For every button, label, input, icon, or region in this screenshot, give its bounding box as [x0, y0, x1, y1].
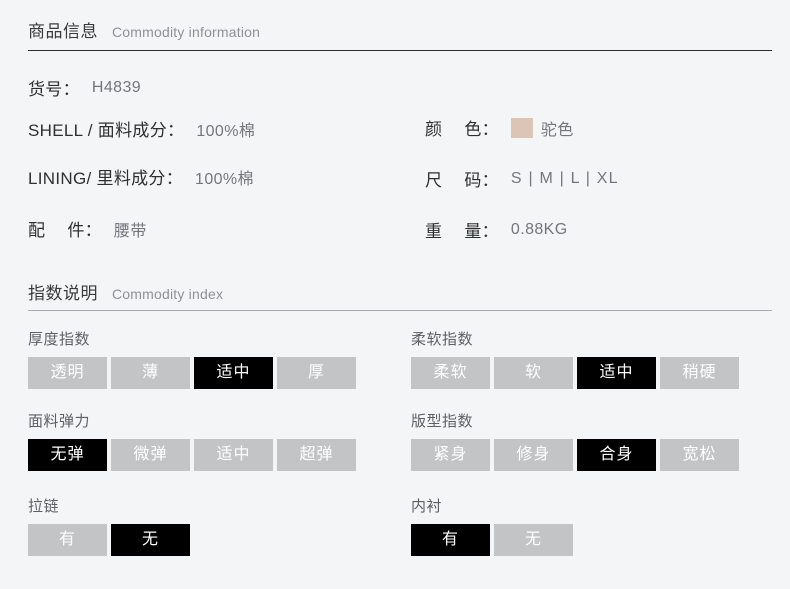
option-fit-修身[interactable]: 修身: [494, 439, 573, 471]
option-softness-稍硬[interactable]: 稍硬: [660, 357, 739, 389]
commodity-information-title-en: Commodity information: [112, 24, 261, 40]
option-fit-宽松[interactable]: 宽松: [660, 439, 739, 471]
size-row: 尺码： S | M | L | XL: [425, 166, 619, 191]
index-group-fit-options: 紧身 修身 合身 宽松: [411, 439, 739, 471]
option-thickness-透明[interactable]: 透明: [28, 357, 107, 389]
weight-value: 0.88KG: [510, 220, 568, 238]
shell-label: SHELL / 面料成分：: [28, 121, 185, 140]
article-no-value: H4839: [91, 78, 142, 96]
commodity-information-heading: 商品信息 Commodity information: [28, 17, 260, 42]
index-group-softness: 柔软指数 柔软软适中 稍硬: [411, 328, 739, 389]
option-fit-合身[interactable]: 合身: [577, 439, 656, 471]
size-label: 尺码：: [425, 171, 499, 190]
article-no-label: 货号：: [28, 80, 80, 99]
accessory-value: 腰带: [113, 222, 147, 240]
option-thickness-适中[interactable]: 适中: [194, 357, 273, 389]
commodity-index-divider: [28, 310, 772, 311]
shell-value: 100%棉: [196, 122, 256, 140]
commodity-index-title-en: Commodity index: [112, 286, 224, 302]
option-elasticity-超弹[interactable]: 超弹: [277, 439, 356, 471]
weight-row: 重量： 0.88KG: [425, 217, 568, 242]
option-elasticity-适中[interactable]: 适中: [194, 439, 273, 471]
option-fit-紧身[interactable]: 紧身: [411, 439, 490, 471]
color-row: 颜色： 驼色: [425, 115, 574, 140]
option-thickness-厚[interactable]: 厚: [277, 357, 356, 389]
option-zipper-有[interactable]: 有: [28, 524, 107, 556]
weight-label: 重量：: [425, 222, 499, 241]
index-group-softness-title: 柔软指数: [411, 331, 474, 348]
index-group-elasticity-title: 面料弹力: [28, 413, 91, 430]
index-group-zipper: 拉链 有无: [28, 495, 190, 556]
product-info-page: 商品信息 Commodity information 货号： H4839 SHE…: [0, 0, 790, 589]
index-group-zipper-options: 有无: [28, 524, 190, 556]
index-group-softness-options: 柔软软适中 稍硬: [411, 357, 739, 389]
index-group-fit: 版型指数 紧身 修身 合身 宽松: [411, 410, 739, 471]
option-inner_lining-无[interactable]: 无: [494, 524, 573, 556]
option-elasticity-微弹[interactable]: 微弹: [111, 439, 190, 471]
lining-label: LINING/ 里料成分：: [28, 169, 184, 188]
lining-row: LINING/ 里料成分： 100%棉: [28, 164, 254, 189]
index-group-thickness-options: 透明薄适中厚: [28, 357, 356, 389]
commodity-index-heading: 指数说明 Commodity index: [28, 279, 223, 304]
index-group-thickness-title: 厚度指数: [28, 331, 91, 348]
option-softness-软[interactable]: 软: [494, 357, 573, 389]
index-group-inner-lining-title: 内衬: [411, 498, 443, 515]
lining-value: 100%棉: [195, 170, 254, 188]
shell-row: SHELL / 面料成分： 100%棉: [28, 116, 255, 141]
size-value: S | M | L | XL: [510, 169, 619, 187]
index-group-inner-lining-options: 有无: [411, 524, 573, 556]
index-group-zipper-title: 拉链: [28, 498, 60, 515]
index-group-elasticity: 面料弹力 无弹 微弹 适中 超弹: [28, 410, 356, 471]
color-label: 颜色：: [425, 120, 499, 139]
option-softness-柔软[interactable]: 柔软: [411, 357, 490, 389]
commodity-information-title-cn: 商品信息: [28, 22, 98, 41]
index-group-thickness: 厚度指数 透明薄适中厚: [28, 328, 356, 389]
option-thickness-薄[interactable]: 薄: [111, 357, 190, 389]
option-inner_lining-有[interactable]: 有: [411, 524, 490, 556]
index-group-elasticity-options: 无弹 微弹 适中 超弹: [28, 439, 356, 471]
color-swatch: [510, 117, 533, 138]
color-value: 驼色: [540, 121, 574, 139]
accessory-row: 配件： 腰带: [28, 216, 147, 241]
article-no-row: 货号： H4839: [28, 75, 141, 100]
commodity-information-divider: [28, 50, 772, 51]
option-elasticity-无弹[interactable]: 无弹: [28, 439, 107, 471]
index-group-fit-title: 版型指数: [411, 413, 474, 430]
commodity-index-title-cn: 指数说明: [28, 284, 98, 303]
option-zipper-无[interactable]: 无: [111, 524, 190, 556]
accessory-label: 配件：: [28, 221, 102, 240]
index-group-inner-lining: 内衬 有无: [411, 495, 573, 556]
option-softness-适中[interactable]: 适中: [577, 357, 656, 389]
